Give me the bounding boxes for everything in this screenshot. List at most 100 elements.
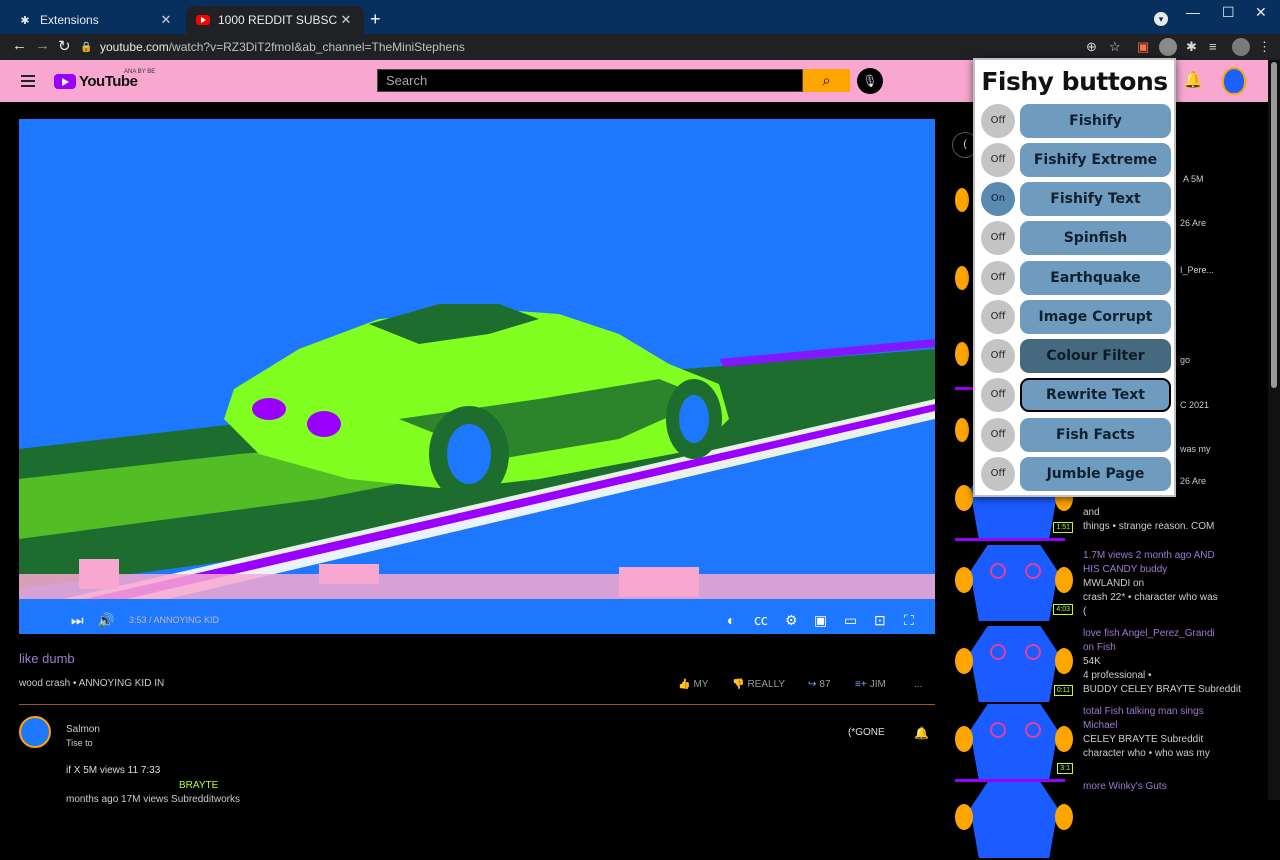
address-bar[interactable]: 🔒 youtube.com /watch?v=RZ3DiT2fmoI&ab_ch… <box>80 36 1132 58</box>
cast-icon[interactable]: ⊡ <box>874 612 886 629</box>
recommendation-title: love fish Angel_Perez_Grandi <box>1083 628 1215 639</box>
subscribe-button[interactable]: (*GONE <box>848 727 885 738</box>
recommendation-title: Michael <box>1083 720 1118 731</box>
tab-extensions[interactable]: ✱ Extensions ✕ <box>8 6 184 34</box>
recommendation-meta: 4 professional • <box>1083 670 1152 681</box>
captions-icon[interactable]: ㏄ <box>754 610 768 630</box>
earthquake-toggle[interactable]: Off <box>981 261 1015 295</box>
fishify-toggle[interactable]: Off <box>981 104 1015 138</box>
recommendation-text[interactable]: more Winky's Guts <box>1083 780 1263 794</box>
image-corrupt-toggle[interactable]: Off <box>981 300 1015 334</box>
recommendation-meta: BUDDY CELEY BRAYTE Subreddit <box>1083 684 1241 695</box>
image-corrupt-button[interactable]: Image Corrupt <box>1020 300 1171 334</box>
settings-gear-icon[interactable]: ⚙ <box>785 612 798 629</box>
rewrite-text-button[interactable]: Rewrite Text <box>1020 378 1171 412</box>
fishy-extension-icon[interactable] <box>1159 38 1177 56</box>
dislike-button[interactable]: 👎 REALLY <box>732 679 785 690</box>
recommendation-title: 1.7M views 2 month ago AND <box>1083 550 1215 561</box>
playlist-add-icon: ≡+ <box>855 679 867 690</box>
window-close-icon[interactable]: ✕ <box>1255 4 1267 21</box>
sidebar-text-fragment: 26 Are <box>1180 218 1207 228</box>
colour-filter-toggle[interactable]: Off <box>981 339 1015 373</box>
jumble-page-toggle[interactable]: Off <box>981 457 1015 491</box>
close-icon[interactable]: ✕ <box>338 12 354 28</box>
recommendation-title: more Winky's Guts <box>1083 781 1167 792</box>
like-button[interactable]: 👍 MY <box>678 679 708 690</box>
save-button[interactable]: ≡+ JIM <box>855 679 886 690</box>
subscription-bell-icon[interactable]: 🔔 <box>914 726 929 740</box>
more-actions-button[interactable]: ... <box>914 679 922 690</box>
miniplayer-icon[interactable]: ▣ <box>814 612 827 629</box>
extensions-puzzle-icon[interactable]: ✱ <box>1186 39 1197 55</box>
minimize-icon[interactable]: — <box>1186 4 1200 20</box>
close-icon[interactable]: ✕ <box>158 12 174 28</box>
forward-icon[interactable]: → <box>35 37 50 54</box>
fishify-extreme-button[interactable]: Fishify Extreme <box>1020 143 1171 177</box>
menu-kebab-icon[interactable]: ⋮ <box>1258 39 1271 55</box>
spinfish-toggle[interactable]: Off <box>981 221 1015 255</box>
earthquake-row: Off Earthquake <box>981 261 1171 295</box>
notifications-bell-icon[interactable]: 🔔 <box>1183 70 1203 90</box>
fish-facts-button[interactable]: Fish Facts <box>1020 418 1171 452</box>
new-tab-button[interactable]: + <box>370 9 381 30</box>
fullscreen-icon[interactable]: ⛶ <box>904 612 914 629</box>
search-button[interactable]: ⌕ <box>803 69 850 92</box>
rewrite-text-toggle[interactable]: Off <box>981 378 1015 412</box>
youtube-logo[interactable]: YouTube ANA BY BE <box>54 69 155 90</box>
fishify-text-toggle[interactable]: On <box>981 182 1015 216</box>
voice-search-button[interactable]: 🎙 <box>857 68 883 94</box>
next-icon[interactable]: ⏭ <box>71 612 84 629</box>
colour-filter-button[interactable]: Colour Filter <box>1020 339 1171 373</box>
jumble-page-button[interactable]: Jumble Page <box>1020 457 1171 491</box>
image-corrupt-row: Off Image Corrupt <box>981 300 1171 334</box>
volume-icon[interactable]: 🔊 <box>97 612 114 629</box>
theater-mode-icon[interactable]: ▭ <box>844 612 857 629</box>
maximize-icon[interactable]: ☐ <box>1222 4 1235 21</box>
thumbnail-fragment <box>955 342 969 366</box>
sidebar-text-fragment: I_Pere... <box>1180 265 1215 275</box>
lock-icon: 🔒 <box>80 41 93 53</box>
video-thumbnail[interactable] <box>955 782 1075 860</box>
video-thumbnail[interactable]: 0:11 <box>955 626 1075 704</box>
recommendation-text[interactable]: love fish Angel_Perez_Grandi on Fish 54K… <box>1083 627 1263 697</box>
scrollbar-thumb[interactable] <box>1271 62 1277 388</box>
video-player[interactable] <box>19 119 935 634</box>
back-icon[interactable]: ← <box>12 37 27 54</box>
channel-avatar[interactable] <box>19 716 51 748</box>
thumbnail-progress <box>955 387 975 390</box>
fishify-text-button[interactable]: Fishify Text <box>1020 182 1171 216</box>
profile-avatar[interactable] <box>1232 38 1250 56</box>
channel-name[interactable]: Salmon <box>66 724 100 735</box>
fish-facts-toggle[interactable]: Off <box>981 418 1015 452</box>
reload-icon[interactable]: ↻ <box>58 37 71 55</box>
extension-icon[interactable]: ▣ <box>1137 39 1149 55</box>
video-meta: wood crash • ANNOYING KID IN <box>19 678 165 689</box>
browser-tab-strip: ✱ Extensions ✕ 1000 REDDIT SUBSCREBERS! … <box>0 0 1280 34</box>
hamburger-menu-icon[interactable] <box>21 75 35 90</box>
video-thumbnail[interactable]: 4:03 <box>955 545 1075 623</box>
search-icon: ⌕ <box>822 72 831 88</box>
bookmark-star-icon[interactable]: ☆ <box>1109 39 1121 55</box>
recommendation-text[interactable]: and things • strange reason. COM <box>1083 506 1263 534</box>
microphone-icon: 🎙 <box>862 74 878 88</box>
fishy-buttons-popup: Fishy buttons Off Fishify Off Fishify Ex… <box>973 58 1176 497</box>
autoplay-icon[interactable]: ◐ <box>727 612 735 628</box>
fishify-extreme-toggle[interactable]: Off <box>981 143 1015 177</box>
search-input[interactable]: Search <box>377 69 803 92</box>
video-thumbnail[interactable]: 3:1 <box>955 704 1075 782</box>
fishify-button[interactable]: Fishify <box>1020 104 1171 138</box>
account-avatar[interactable] <box>1222 67 1246 95</box>
earthquake-button[interactable]: Earthquake <box>1020 261 1171 295</box>
fishify-row: Off Fishify <box>981 104 1171 138</box>
tab-title: 1000 REDDIT SUBSCREBERS! - Yo <box>218 13 338 27</box>
media-queue-icon[interactable]: ≡ <box>1209 39 1217 54</box>
share-button[interactable]: ↪ 87 <box>808 679 831 690</box>
share-label: 87 <box>819 679 831 690</box>
install-icon[interactable]: ⊕ <box>1086 39 1097 55</box>
recommendation-channel: MWLANDI on <box>1083 578 1145 589</box>
tab-search-icon[interactable]: ▾ <box>1154 12 1168 26</box>
recommendation-text[interactable]: total Fish talking man sings Michael CEL… <box>1083 705 1263 761</box>
recommendation-text[interactable]: 1.7M views 2 month ago AND HIS CANDY bud… <box>1083 549 1263 619</box>
tab-youtube[interactable]: 1000 REDDIT SUBSCREBERS! - Yo ✕ <box>186 6 364 34</box>
spinfish-button[interactable]: Spinfish <box>1020 221 1171 255</box>
